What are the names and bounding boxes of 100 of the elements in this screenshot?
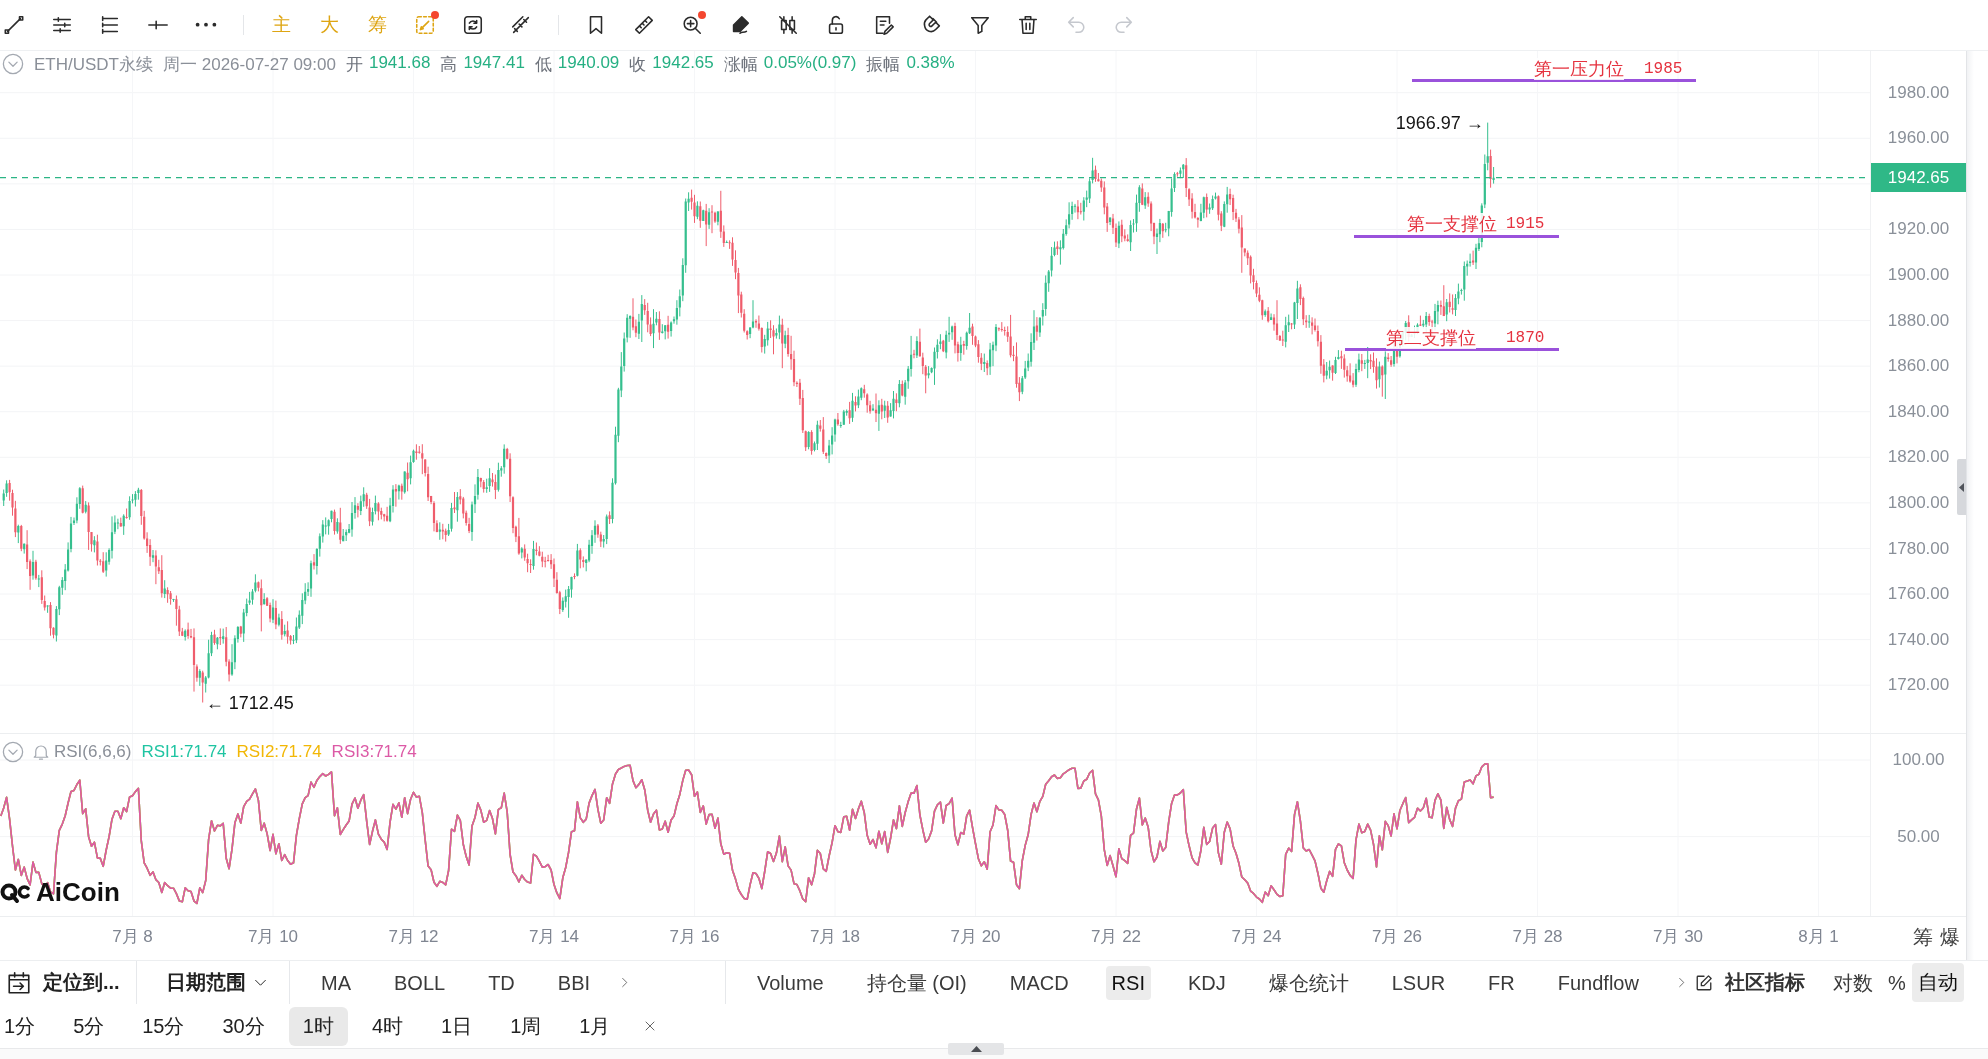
zoom-in-icon (681, 14, 703, 36)
price-axis-label: 1980.00 (1887, 82, 1950, 103)
price-axis-label: 1780.00 (1887, 538, 1950, 559)
price-axis-label: 1900.00 (1887, 265, 1950, 285)
symbol-label: ETH/USDT永续 (34, 53, 153, 76)
chevron-circle-icon (2, 53, 24, 75)
rsi-axis-label: 100.00 (1892, 750, 1945, 770)
indicator-tab[interactable]: FR (1482, 965, 1521, 1000)
rsi-value-label: RSI3:71.74 (331, 742, 417, 762)
locate-button[interactable]: 定位到... (4, 969, 120, 996)
low-price-marker: ← 1712.45 (205, 691, 294, 714)
bell-icon (32, 743, 50, 761)
quote-value: 1941.68 (368, 52, 431, 74)
interval-tab[interactable]: 1周 (506, 1006, 546, 1046)
time-axis-label: 8月 1 (1798, 927, 1839, 947)
indicator-tab[interactable]: 爆仓统计 (1262, 965, 1355, 1000)
rsi-value-label: RSI2:71.74 (236, 742, 322, 762)
price-axis-label: 1760.00 (1887, 584, 1950, 604)
interval-tab[interactable]: 15分 (138, 1006, 189, 1046)
rsi-value-label: RSI1:71.74 (141, 742, 227, 762)
price-axis-label: 1860.00 (1887, 356, 1950, 377)
more-icon (195, 22, 217, 28)
quote-value: 0.05%(0.97) (763, 52, 857, 74)
interval-tab[interactable]: 1时 (288, 1006, 348, 1046)
time-axis-label: 7月 12 (388, 927, 439, 947)
interval-tab[interactable]: 1月 (575, 1006, 615, 1046)
caret-left-icon (1959, 482, 1964, 492)
notification-dot-icon (698, 11, 706, 19)
interval-tab[interactable]: 30分 (218, 1006, 269, 1046)
price-axis-label: 1960.00 (1887, 128, 1950, 149)
ruler-icon (633, 14, 655, 36)
time-axis-label: 7月 26 (1371, 927, 1423, 947)
indicator-tab[interactable]: MACD (1003, 965, 1075, 1000)
indicator-tab[interactable]: KDJ (1181, 965, 1232, 1000)
quote-label: 涨幅 (723, 53, 758, 76)
indicator-tab[interactable]: 持仓量 (OI) (860, 965, 973, 1000)
indicator-title: RSI(6,6,6) (54, 742, 132, 762)
price-axis-label: 1840.00 (1887, 401, 1950, 422)
quote-label: 高 (440, 53, 458, 76)
axis-toggle-button[interactable]: 爆 (1940, 926, 1960, 948)
axis-toggle-button[interactable]: 筹 (1913, 926, 1933, 948)
close-icon (644, 1020, 657, 1032)
price-axis-label: 1740.00 (1887, 629, 1950, 650)
scale-option[interactable]: 自动 (1911, 963, 1964, 1002)
undo-icon (1065, 14, 1087, 36)
time-axis-label: 7月 16 (669, 927, 720, 947)
level-value: 1915 (1506, 214, 1545, 235)
filter-icon (969, 14, 991, 36)
indicator-tab[interactable]: LSUR (1385, 965, 1452, 1000)
time-axis-label: 7月 24 (1231, 927, 1282, 947)
level-label: 第一压力位 (1534, 58, 1624, 80)
price-axis-label: 1720.00 (1887, 675, 1950, 696)
trend-lines-icon (510, 14, 532, 36)
horizontal-lines-icon (99, 14, 121, 36)
close-button[interactable] (644, 1020, 657, 1032)
date-range-dropdown[interactable]: 日期范围 (162, 969, 271, 996)
time-axis-label: 7月 8 (112, 927, 153, 947)
quote-value: 0.38% (906, 52, 955, 74)
time-axis-label: 7月 20 (950, 927, 1001, 947)
community-indicators-button[interactable]: 社区指标 (1694, 969, 1805, 996)
time-axis-label: 7月 14 (528, 927, 580, 947)
interval-tab[interactable]: 1日 (437, 1006, 477, 1046)
level-label: 第一支撑位 (1407, 213, 1497, 235)
high-price-marker: 1966.97 → (1395, 111, 1484, 134)
scale-option[interactable]: % (1881, 965, 1912, 1000)
time-axis-label: 7月 18 (809, 927, 861, 947)
indicator-tab[interactable]: BOLL (388, 965, 452, 1000)
quote-label: 低 (534, 53, 552, 76)
quote-label: 收 (629, 53, 647, 76)
trash-icon (1017, 14, 1039, 36)
indicator-tab[interactable]: MA (315, 965, 357, 1000)
note-edit-icon (873, 14, 895, 36)
quote-value: 1942.65 (652, 52, 714, 74)
indicator-tab[interactable]: Fundflow (1551, 965, 1645, 1000)
price-axis-label: 1880.00 (1887, 310, 1950, 331)
panel-grip-handle[interactable] (948, 1043, 1004, 1055)
price-axis-label: 1800.00 (1887, 492, 1950, 513)
current-price-tag: 1942.65 (1871, 163, 1966, 193)
notification-dot-icon (431, 11, 439, 19)
quote-label: 振幅 (866, 53, 901, 76)
redo-icon (1113, 14, 1135, 36)
indicator-tab[interactable]: BBI (551, 965, 597, 1000)
price-axis-label: 1920.00 (1887, 219, 1950, 240)
scale-option[interactable]: 对数 (1826, 965, 1879, 1000)
indicator-tab[interactable]: RSI (1105, 965, 1151, 1000)
interval-tab[interactable]: 5分 (69, 1006, 109, 1046)
indicator-tab[interactable]: TD (482, 965, 521, 1000)
edit-icon (1694, 973, 1713, 992)
interval-tab[interactable]: 1分 (0, 1006, 40, 1046)
time-axis-label: 7月 22 (1090, 927, 1142, 947)
caret-up-icon (970, 1046, 982, 1052)
interval-tab[interactable]: 4时 (367, 1006, 407, 1046)
parallel-lines-icon (51, 14, 73, 36)
line-tool-icon (3, 14, 25, 36)
collapse-handle[interactable] (1957, 459, 1966, 515)
time-axis-label: 7月 10 (247, 927, 299, 947)
calendar-icon (6, 969, 32, 996)
refresh-square-icon (462, 14, 484, 36)
indicator-tab[interactable]: Volume (751, 965, 830, 1000)
quote-value: 1940.09 (557, 52, 620, 74)
